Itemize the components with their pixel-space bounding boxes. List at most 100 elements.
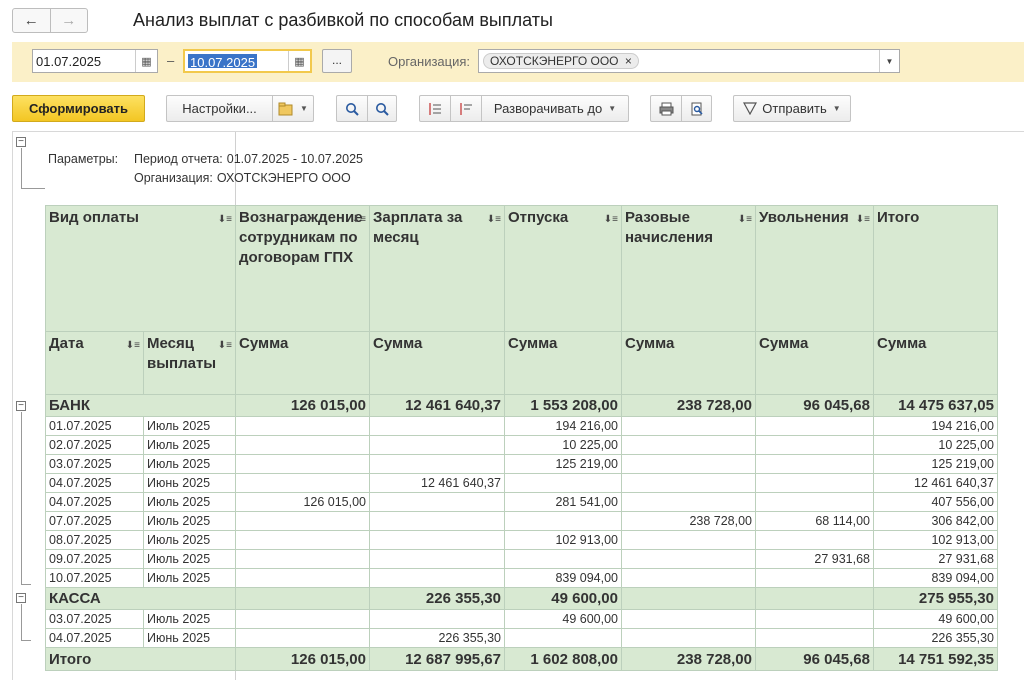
calendar-icon[interactable]: ▦: [288, 51, 310, 71]
total-cell[interactable]: 126 015,00: [235, 647, 370, 671]
col-header-sum[interactable]: Сумма: [621, 331, 756, 395]
period-select-button[interactable]: ...: [322, 49, 352, 73]
amount-cell[interactable]: [235, 549, 370, 569]
amount-cell[interactable]: 27 931,68: [755, 549, 874, 569]
amount-cell[interactable]: [621, 435, 756, 455]
total-label[interactable]: Итого: [45, 647, 236, 671]
total-cell[interactable]: 12 687 995,67: [369, 647, 505, 671]
date-cell[interactable]: 01.07.2025: [45, 416, 144, 436]
col-header-sum[interactable]: Сумма: [873, 331, 998, 395]
amount-cell[interactable]: [755, 492, 874, 512]
amount-cell[interactable]: [235, 511, 370, 531]
group-name[interactable]: БАНК: [45, 394, 236, 417]
col-header-sum[interactable]: Сумма: [504, 331, 622, 395]
amount-cell[interactable]: [755, 435, 874, 455]
amount-cell[interactable]: [235, 568, 370, 588]
table-row[interactable]: 03.07.2025 Июль 2025 49 600,00 49 600,00: [45, 609, 998, 629]
settings-button[interactable]: Настройки...: [167, 96, 272, 121]
month-cell[interactable]: Июль 2025: [143, 511, 236, 531]
col-header-sum[interactable]: Сумма: [369, 331, 505, 395]
amount-cell[interactable]: [369, 568, 505, 588]
calendar-icon[interactable]: ▦: [135, 50, 157, 72]
group-total-cell[interactable]: 226 355,30: [369, 587, 505, 610]
sort-icon[interactable]: ⬇≡: [487, 210, 501, 230]
amount-cell[interactable]: 27 931,68: [873, 549, 998, 569]
table-row[interactable]: 07.07.2025 Июль 2025 238 728,00 68 114,00 30…: [45, 511, 998, 531]
group-row[interactable]: КАССА 226 355,30 49 600,00 275 955,30: [45, 587, 998, 610]
chevron-down-icon[interactable]: ▼: [879, 50, 899, 72]
amount-cell[interactable]: [369, 492, 505, 512]
col-header-onetime[interactable]: Разовые начисления ⬇≡: [621, 205, 756, 332]
amount-cell[interactable]: 126 015,00: [235, 492, 370, 512]
organization-field[interactable]: ОХОТСКЭНЕРГО ООО × ▼: [478, 49, 900, 73]
amount-cell[interactable]: [755, 568, 874, 588]
print-preview-button[interactable]: [682, 96, 711, 121]
date-cell[interactable]: 04.07.2025: [45, 473, 144, 493]
month-cell[interactable]: Июль 2025: [143, 549, 236, 569]
month-cell[interactable]: Июль 2025: [143, 568, 236, 588]
group-total-cell[interactable]: [755, 587, 874, 610]
group-name[interactable]: КАССА: [45, 587, 236, 610]
total-cell[interactable]: 1 602 808,00: [504, 647, 622, 671]
group-total-cell[interactable]: [235, 587, 370, 610]
collapse-group-cash-icon[interactable]: −: [16, 593, 26, 603]
group-total-cell[interactable]: 12 461 640,37: [369, 394, 505, 417]
amount-cell[interactable]: 12 461 640,37: [873, 473, 998, 493]
amount-cell[interactable]: 68 114,00: [755, 511, 874, 531]
table-row[interactable]: 04.07.2025 Июнь 2025 12 461 640,37 12 461 6…: [45, 473, 998, 493]
col-header-salary[interactable]: Зарплата за месяц ⬇≡: [369, 205, 505, 332]
amount-cell[interactable]: 839 094,00: [504, 568, 622, 588]
col-header-gph[interactable]: Вознаграждение сотрудникам по договорам …: [235, 205, 370, 332]
month-cell[interactable]: Июль 2025: [143, 492, 236, 512]
total-row[interactable]: Итого 126 015,00 12 687 995,67 1 602 808,00…: [45, 647, 998, 671]
amount-cell[interactable]: [755, 628, 874, 648]
collapse-params-icon[interactable]: −: [16, 137, 26, 147]
date-cell[interactable]: 03.07.2025: [45, 609, 144, 629]
date-to-field[interactable]: 10.07.2025 ▦: [183, 49, 312, 73]
amount-cell[interactable]: 281 541,00: [504, 492, 622, 512]
variants-menu-button[interactable]: ▼: [273, 96, 313, 121]
amount-cell[interactable]: [755, 454, 874, 474]
month-cell[interactable]: Июнь 2025: [143, 473, 236, 493]
sort-icon[interactable]: ⬇≡: [856, 210, 870, 230]
amount-cell[interactable]: 10 225,00: [504, 435, 622, 455]
col-header-payment-type[interactable]: Вид оплаты ⬇≡: [45, 205, 236, 332]
date-cell[interactable]: 04.07.2025: [45, 628, 144, 648]
amount-cell[interactable]: [235, 473, 370, 493]
date-from-field[interactable]: 01.07.2025 ▦: [32, 49, 158, 73]
print-button[interactable]: [651, 96, 681, 121]
amount-cell[interactable]: [621, 473, 756, 493]
table-row[interactable]: 04.07.2025 Июнь 2025 226 355,30 226 355,30: [45, 628, 998, 648]
amount-cell[interactable]: [621, 492, 756, 512]
total-cell[interactable]: 14 751 592,35: [873, 647, 998, 671]
amount-cell[interactable]: 12 461 640,37: [369, 473, 505, 493]
amount-cell[interactable]: [755, 530, 874, 550]
date-cell[interactable]: 04.07.2025: [45, 492, 144, 512]
date-cell[interactable]: 03.07.2025: [45, 454, 144, 474]
sort-icon[interactable]: ⬇≡: [126, 336, 140, 356]
amount-cell[interactable]: [755, 416, 874, 436]
amount-cell[interactable]: 102 913,00: [504, 530, 622, 550]
amount-cell[interactable]: [235, 530, 370, 550]
date-cell[interactable]: 09.07.2025: [45, 549, 144, 569]
amount-cell[interactable]: [504, 511, 622, 531]
month-cell[interactable]: Июль 2025: [143, 609, 236, 629]
amount-cell[interactable]: [504, 549, 622, 569]
month-cell[interactable]: Июнь 2025: [143, 628, 236, 648]
amount-cell[interactable]: 102 913,00: [873, 530, 998, 550]
date-cell[interactable]: 10.07.2025: [45, 568, 144, 588]
amount-cell[interactable]: [235, 609, 370, 629]
col-header-sum[interactable]: Сумма: [755, 331, 874, 395]
month-cell[interactable]: Июль 2025: [143, 416, 236, 436]
amount-cell[interactable]: [504, 628, 622, 648]
col-header-month[interactable]: Месяц выплаты ⬇≡: [143, 331, 236, 395]
amount-cell[interactable]: [621, 454, 756, 474]
col-header-dismissal[interactable]: Увольнения ⬇≡: [755, 205, 874, 332]
table-row[interactable]: 09.07.2025 Июль 2025 27 931,68 27 931,68: [45, 549, 998, 569]
month-cell[interactable]: Июль 2025: [143, 530, 236, 550]
amount-cell[interactable]: 238 728,00: [621, 511, 756, 531]
date-cell[interactable]: 07.07.2025: [45, 511, 144, 531]
amount-cell[interactable]: [621, 609, 756, 629]
table-row[interactable]: 01.07.2025 Июль 2025 194 216,00 194 216,00: [45, 416, 998, 436]
amount-cell[interactable]: 10 225,00: [873, 435, 998, 455]
